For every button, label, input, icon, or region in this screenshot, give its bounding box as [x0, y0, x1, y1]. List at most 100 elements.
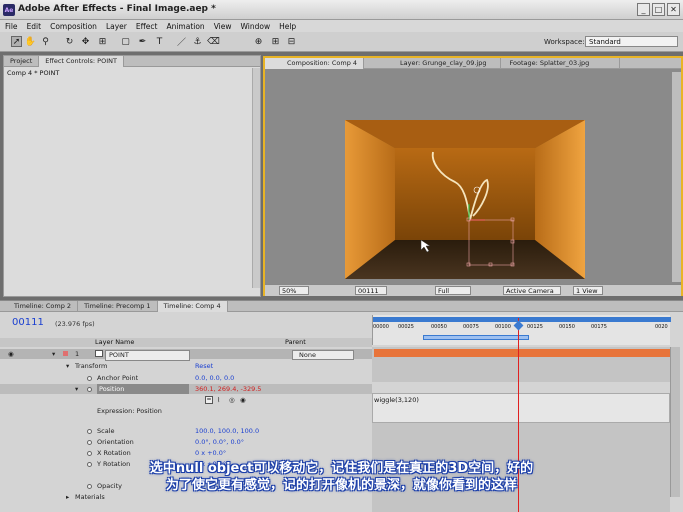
axis-mode-icon[interactable]: ⊕ — [253, 36, 264, 47]
composition-viewer[interactable] — [345, 120, 585, 279]
expression-menu-icon[interactable]: ◉ — [240, 395, 246, 405]
property-row[interactable]: Anchor Point 0.0, 0.0, 0.0 — [0, 373, 372, 383]
menu-composition[interactable]: Composition — [50, 22, 97, 31]
tab-layer-grunge[interactable]: Layer: Grunge_clay_09.jpg — [364, 57, 502, 69]
expression-field[interactable]: wiggle(3,120) — [372, 393, 670, 423]
menu-effect[interactable]: Effect — [136, 22, 158, 31]
expression-text[interactable]: wiggle(3,120) — [374, 396, 419, 404]
time-ruler[interactable]: 00000 00025 00050 00075 00100 00125 0015… — [372, 315, 671, 345]
minimize-button[interactable]: _ — [637, 3, 650, 16]
tab-timeline-precomp1[interactable]: Timeline: Precomp 1 — [78, 300, 158, 312]
resolution-select[interactable]: Full — [435, 286, 471, 295]
property-name: X Rotation — [97, 449, 131, 457]
label-color-icon[interactable] — [63, 351, 68, 356]
after-effects-icon: Ae — [3, 4, 15, 16]
menu-file[interactable]: File — [5, 22, 18, 31]
maximize-button[interactable]: □ — [652, 3, 665, 16]
layer-number: 1 — [75, 350, 80, 358]
twirl-down-icon[interactable]: ▾ — [66, 361, 69, 371]
menu-window[interactable]: Window — [241, 22, 271, 31]
parent-select[interactable]: None — [292, 350, 354, 360]
property-value[interactable]: 100.0, 100.0, 100.0 — [195, 426, 259, 436]
property-value[interactable]: 0.0, 0.0, 0.0 — [195, 373, 234, 383]
hand-tool-icon[interactable]: ✋ — [25, 36, 36, 47]
pan-behind-tool-icon[interactable]: ⊞ — [97, 36, 108, 47]
pickwhip-icon[interactable]: ◎ — [229, 395, 235, 405]
menu-help[interactable]: Help — [279, 22, 296, 31]
effect-controls-subtitle: Comp 4 * POINT — [7, 69, 60, 77]
workspace-select[interactable]: Standard — [585, 36, 678, 47]
work-area-bar[interactable] — [373, 317, 671, 322]
layer-duration-bar[interactable] — [374, 349, 670, 357]
current-time-display[interactable]: 00111 — [355, 286, 387, 295]
orange-room-scene — [345, 120, 585, 279]
zoom-tool-icon[interactable]: ⚲ — [40, 36, 51, 47]
property-row[interactable]: Scale 100.0, 100.0, 100.0 — [0, 426, 372, 436]
orbit-camera-tool-icon[interactable]: ✥ — [80, 36, 91, 47]
eye-icon[interactable]: ◉ — [8, 349, 14, 359]
clone-stamp-tool-icon[interactable]: ⚓ — [192, 36, 203, 47]
type-tool-icon[interactable]: T — [154, 36, 165, 47]
graph-icon[interactable]: ⌇ — [217, 395, 220, 405]
tab-timeline-comp4[interactable]: Timeline: Comp 4 — [157, 300, 228, 312]
property-name: Transform — [75, 362, 108, 370]
property-value[interactable]: 0 x +0.0° — [195, 448, 226, 458]
stopwatch-icon[interactable] — [87, 376, 92, 381]
menu-bar: File Edit Composition Layer Effect Anima… — [0, 20, 683, 32]
left-panel-scrollbar[interactable] — [252, 68, 260, 288]
comp-panel-scrollbar[interactable] — [672, 72, 681, 282]
comp-panel-tabs: Composition: Comp 4 Layer: Grunge_clay_0… — [265, 57, 681, 69]
stopwatch-icon[interactable] — [87, 429, 92, 434]
ruler-tick: 00175 — [591, 324, 607, 330]
views-select[interactable]: 1 View — [573, 286, 603, 295]
menu-layer[interactable]: Layer — [106, 22, 127, 31]
stopwatch-icon[interactable] — [87, 440, 92, 445]
stopwatch-icon[interactable] — [87, 387, 92, 392]
twirl-down-icon[interactable]: ▾ — [52, 349, 55, 359]
menu-animation[interactable]: Animation — [166, 22, 204, 31]
brush-tool-icon[interactable]: ／ — [176, 36, 187, 48]
ruler-tick: 00125 — [527, 324, 543, 330]
property-value[interactable]: 0.0°, 0.0°, 0.0° — [195, 437, 244, 447]
parent-header[interactable]: Parent — [285, 338, 306, 347]
ruler-tick: 00100 — [495, 324, 511, 330]
pen-tool-icon[interactable]: ✒ — [137, 36, 148, 47]
workspace-label: Workspace: — [544, 38, 585, 46]
camera-select[interactable]: Active Camera — [503, 286, 561, 295]
layer-name-header[interactable]: Layer Name — [95, 338, 134, 347]
position-value[interactable]: 360.1, 269.4, -329.5 — [195, 384, 261, 394]
tab-timeline-comp2[interactable]: Timeline: Comp 2 — [0, 300, 79, 312]
close-button[interactable]: ✕ — [667, 3, 680, 16]
property-row[interactable]: ▾ Transform Reset — [0, 361, 372, 371]
tab-effect-controls[interactable]: Effect Controls: POINT — [39, 55, 124, 67]
position-keyframe-row — [372, 382, 670, 393]
selection-tool-icon[interactable]: ➚ — [11, 36, 22, 47]
ruler-tick: 00050 — [431, 324, 447, 330]
tab-footage-splatter[interactable]: Footage: Splatter_03.jpg — [501, 57, 621, 69]
viewer-controls-bar: 50% 00111 Full Active Camera 1 View — [265, 284, 681, 296]
tools-panel: ➚ ✋ ⚲ ↻ ✥ ⊞ ▢ ✒ T ／ ⚓ ⌫ ⊕ ⊞ ⊟ Workspace:… — [0, 32, 683, 52]
twirl-down-icon[interactable]: ▾ — [75, 384, 78, 394]
layer-name[interactable]: POINT — [105, 349, 190, 361]
property-row[interactable]: ▾ Position 360.1, 269.4, -329.5 — [0, 384, 372, 394]
expression-enable-icon[interactable]: = — [205, 396, 213, 404]
tab-project[interactable]: Project — [4, 55, 40, 67]
layer-row[interactable]: ◉ ▾ 1 POINT None — [0, 349, 372, 361]
mask-tool-icon[interactable]: ▢ — [120, 36, 131, 47]
rotation-tool-icon[interactable]: ↻ — [64, 36, 75, 47]
menu-edit[interactable]: Edit — [27, 22, 42, 31]
transform-reset-link[interactable]: Reset — [195, 361, 213, 371]
tab-composition-comp4[interactable]: Composition: Comp 4 — [265, 57, 365, 69]
property-row[interactable]: X Rotation 0 x +0.0° — [0, 448, 372, 458]
menu-view[interactable]: View — [214, 22, 232, 31]
world-axis-icon[interactable]: ⊞ — [270, 36, 281, 47]
ruler-tick: 00075 — [463, 324, 479, 330]
current-time[interactable]: 00111 — [12, 317, 44, 328]
eraser-tool-icon[interactable]: ⌫ — [207, 36, 220, 47]
property-row[interactable]: Orientation 0.0°, 0.0°, 0.0° — [0, 437, 372, 447]
layer-column-headers: Layer Name Parent — [0, 338, 372, 347]
stopwatch-icon[interactable] — [87, 451, 92, 456]
magnification-select[interactable]: 50% — [279, 286, 309, 295]
time-navigator[interactable] — [423, 335, 529, 340]
view-axis-icon[interactable]: ⊟ — [286, 36, 297, 47]
